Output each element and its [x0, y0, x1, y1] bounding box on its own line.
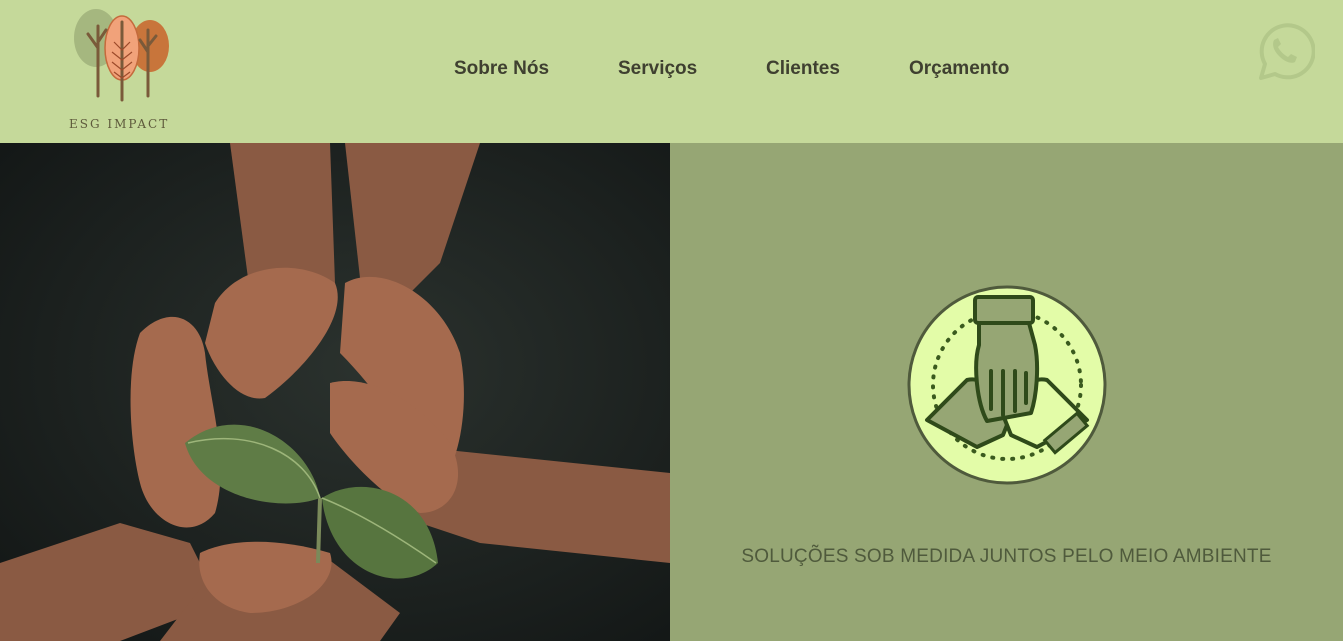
whatsapp-button[interactable]: [1251, 20, 1316, 84]
joined-hands-icon: [907, 285, 1107, 485]
whatsapp-icon: [1259, 23, 1316, 80]
three-trees-icon: [74, 9, 169, 102]
nav-link-servicos[interactable]: Serviços: [618, 58, 697, 80]
nav-link-sobre-nos[interactable]: Sobre Nós: [454, 58, 549, 80]
brand-logo[interactable]: ESG IMPACT: [64, 8, 178, 134]
joined-hands-badge: [907, 285, 1107, 485]
hero-tagline: SOLUÇÕES SOB MEDIDA JUNTOS PELO MEIO AMB…: [741, 546, 1272, 567]
nav-link-clientes[interactable]: Clientes: [766, 58, 840, 80]
site-header: ESG IMPACT Sobre Nós Serviços Clientes O…: [0, 0, 1343, 143]
nav-link-orcamento[interactable]: Orçamento: [909, 58, 1009, 80]
brand-name: ESG IMPACT: [69, 117, 170, 131]
hands-around-seedling-photo: [0, 143, 670, 641]
hero-panel: SOLUÇÕES SOB MEDIDA JUNTOS PELO MEIO AMB…: [670, 143, 1343, 641]
hero-photo: [0, 143, 670, 641]
